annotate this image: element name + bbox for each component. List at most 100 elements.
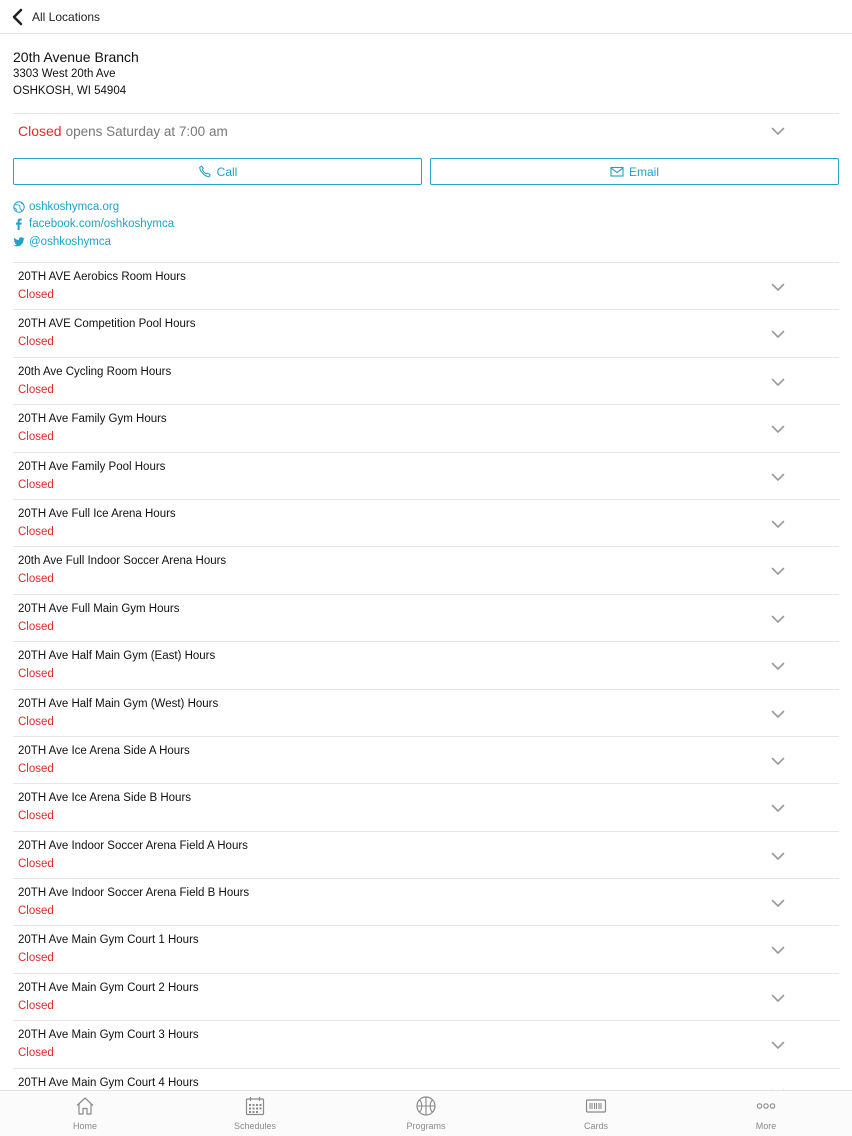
facility-hours-row[interactable]: 20TH Ave Half Main Gym (West) Hours Close… <box>13 688 839 736</box>
twitter-bird-icon <box>13 237 25 247</box>
facility-hours-row[interactable]: 20th Ave Full Indoor Soccer Arena Hours C… <box>13 546 839 593</box>
facility-hours-row[interactable]: 20TH Ave Ice Arena Side B Hours Closed <box>13 783 839 830</box>
facility-status: Closed <box>18 525 54 538</box>
chevron-left-icon <box>12 8 23 25</box>
open-status-row[interactable]: Closed opens Saturday at 7:00 am <box>13 114 839 148</box>
facility-title: 20TH Ave Family Gym Hours <box>18 413 167 426</box>
tab-label: More <box>755 1121 777 1131</box>
status-detail: opens Saturday at 7:00 am <box>65 123 228 139</box>
facility-title: 20TH Ave Main Gym Court 4 Hours <box>18 1076 199 1089</box>
website-link[interactable]: oshkoshymca.org <box>13 198 174 216</box>
facility-hours-row[interactable]: 20TH Ave Half Main Gym (East) Hours Close… <box>13 641 839 688</box>
chevron-down-icon <box>771 283 785 291</box>
address-line-2: OSHKOSH, WI 54904 <box>13 85 127 97</box>
home-icon <box>76 1097 94 1115</box>
facility-title: 20th Ave Full Indoor Soccer Arena Hours <box>18 555 227 568</box>
chevron-down-icon <box>771 473 785 481</box>
tab-home[interactable]: Home <box>40 1095 130 1131</box>
facility-title: 20TH Ave Main Gym Court 3 Hours <box>18 1029 199 1042</box>
tab-programs[interactable]: Programs <box>381 1095 471 1131</box>
chevron-down-icon <box>771 568 785 576</box>
location-info: 20th Avenue Branch 3303 West 20th Ave OS… <box>13 48 139 100</box>
facility-hours-row[interactable]: 20TH AVE Aerobics Room Hours Closed <box>13 262 839 309</box>
facility-hours-row[interactable]: 20TH Ave Indoor Soccer Arena Field B Hou… <box>13 878 839 925</box>
tab-schedules[interactable]: Schedules <box>210 1095 300 1131</box>
facility-hours-row[interactable]: 20TH Ave Full Main Gym Hours Closed <box>13 593 839 641</box>
facility-status: Closed <box>18 289 54 301</box>
facility-title: 20th Ave Cycling Room Hours <box>18 365 172 378</box>
facility-hours-row[interactable]: 20th Ave Cycling Room Hours Closed <box>13 356 839 404</box>
facility-title: 20TH AVE Competition Pool Hours <box>18 318 196 331</box>
chevron-down-icon <box>771 852 785 860</box>
facebook-link[interactable]: facebook.com/oshkoshymca <box>13 216 174 234</box>
facility-title: 20TH Ave Indoor Soccer Arena Field B Hou… <box>18 887 250 900</box>
location-name: 20th Avenue Branch <box>13 49 139 65</box>
facility-status: Closed <box>18 999 54 1012</box>
facility-status: Closed <box>18 383 54 396</box>
facility-hours-row[interactable]: 20TH Ave Family Gym Hours Closed <box>13 404 839 451</box>
chevron-down-icon <box>771 127 785 135</box>
facility-title: 20TH Ave Main Gym Court 2 Hours <box>18 981 199 994</box>
envelope-icon <box>610 166 624 177</box>
chevron-down-icon <box>771 520 785 528</box>
facility-hours-row[interactable]: 20TH Ave Family Pool Hours Closed <box>13 451 839 499</box>
barcode-card-icon <box>585 1099 607 1113</box>
twitter-text: @oshkoshymca <box>29 235 111 248</box>
facility-hours-row[interactable]: 20TH AVE Competition Pool Hours Closed <box>13 309 839 356</box>
facility-hours-row[interactable]: 20TH Ave Main Gym Court 2 Hours Closed <box>13 972 839 1020</box>
address-line-1: 3303 West 20th Ave <box>13 68 116 80</box>
facebook-text: facebook.com/oshkoshymca <box>29 218 175 231</box>
facility-status: Closed <box>18 336 54 349</box>
email-button[interactable]: Email <box>430 158 839 185</box>
facility-hours-row[interactable]: 20TH Ave Ice Arena Side A Hours Closed <box>13 735 839 783</box>
facility-title: 20TH Ave Full Ice Arena Hours <box>18 507 176 520</box>
basketball-icon <box>416 1096 436 1116</box>
facility-status: Closed <box>18 952 54 965</box>
tab-bar: Home Schedules Programs Cards More <box>0 1090 852 1136</box>
facebook-icon <box>16 218 22 231</box>
facility-hours-row[interactable]: 20TH Ave Main Gym Court 1 Hours Closed <box>13 925 839 972</box>
tab-label: Cards <box>583 1121 608 1131</box>
facility-status: Closed <box>18 905 54 918</box>
chevron-down-icon <box>771 615 785 623</box>
back-button[interactable]: All Locations <box>0 8 100 26</box>
chevron-down-icon <box>771 710 785 718</box>
tab-label: Programs <box>406 1121 446 1131</box>
twitter-link[interactable]: @oshkoshymca <box>13 233 174 251</box>
chevron-down-icon <box>771 1041 785 1050</box>
facility-title: 20TH AVE Aerobics Room Hours <box>18 271 186 283</box>
facility-status: Closed <box>18 431 54 444</box>
facility-status: Closed <box>18 857 54 870</box>
facility-title: 20TH Ave Ice Arena Side B Hours <box>18 792 192 805</box>
facility-status: Closed <box>18 573 54 586</box>
facility-status: Closed <box>18 810 54 823</box>
facility-title: 20TH Ave Half Main Gym (East) Hours <box>18 650 216 663</box>
facility-title: 20TH Ave Full Main Gym Hours <box>18 602 180 615</box>
tab-cards[interactable]: Cards <box>551 1095 641 1131</box>
facility-title: 20TH Ave Ice Arena Side A Hours <box>18 744 190 757</box>
tab-label: Home <box>72 1121 97 1131</box>
top-bar: All Locations <box>0 0 852 34</box>
chevron-down-icon <box>771 804 785 813</box>
call-button[interactable]: Call <box>13 158 422 185</box>
facility-hours-row[interactable]: 20TH Ave Full Ice Arena Hours Closed <box>13 498 839 546</box>
chevron-down-icon <box>771 425 785 433</box>
email-label: Email <box>628 164 659 179</box>
facility-status: Closed <box>18 478 54 491</box>
facility-hours-list: 20TH AVE Aerobics Room Hours Closed 20TH A… <box>13 262 839 1115</box>
facility-hours-row[interactable]: 20TH Ave Indoor Soccer Arena Field A Hou… <box>13 830 839 878</box>
facility-status: Closed <box>18 668 54 681</box>
tab-label: Schedules <box>233 1121 277 1131</box>
phone-icon <box>198 165 211 178</box>
calendar-icon <box>245 1097 265 1116</box>
chevron-down-icon <box>771 662 785 670</box>
social-links: oshkoshymca.org facebook.com/oshkoshymca… <box>13 198 174 251</box>
status-state: Closed <box>18 123 62 139</box>
back-label: All Locations <box>32 9 101 24</box>
chevron-down-icon <box>771 994 785 1002</box>
tab-more[interactable]: More <box>721 1095 811 1131</box>
facility-title: 20TH Ave Indoor Soccer Arena Field A Hou… <box>18 839 248 852</box>
chevron-down-icon <box>771 899 785 907</box>
chevron-down-icon <box>771 757 785 765</box>
facility-hours-row[interactable]: 20TH Ave Main Gym Court 3 Hours Closed <box>13 1020 839 1067</box>
